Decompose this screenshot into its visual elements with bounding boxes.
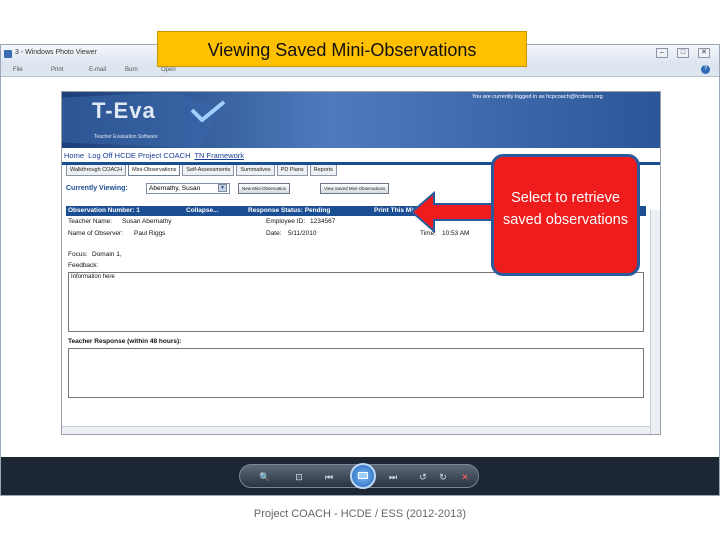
date-label: Date: [266,230,282,237]
slide: 3 - Windows Photo Viewer – □ ✕ File Prin… [0,0,720,540]
arrow-left-icon [410,191,495,233]
rotate-left-icon[interactable]: ↺ [416,470,430,484]
close-icon[interactable]: ✕ [698,48,710,58]
teacher-response-box[interactable] [68,348,644,398]
slide-title: Viewing Saved Mini-Observations [157,31,527,67]
menu-print[interactable]: Print [51,67,63,73]
tab-self-assessments[interactable]: Self-Assessments [182,165,235,176]
maximize-icon[interactable]: □ [677,48,689,58]
employee-id-label: Employee ID: [266,218,306,225]
focus-label: Focus: [68,251,88,258]
response-status: Response Status: Pending [248,207,331,214]
employee-id-value: 1234567 [310,218,336,225]
teval-banner: T-Eva Teacher Evaluation Software You ar… [62,92,660,148]
teval-logo: T-Eva [92,98,156,123]
viewer-controls: 🔍 ⊡ ⏮ ⏭ ↺ ↻ ✕ [1,457,719,495]
nav-logoff[interactable]: Log Off HCDE Project COACH [88,151,190,160]
chevron-down-icon[interactable]: ▼ [218,184,227,192]
menu-file[interactable]: File [13,67,23,73]
nav-tn-framework[interactable]: TN Framework [194,151,244,160]
next-icon[interactable]: ⏭ [386,470,400,484]
observer-name-label: Name of Observer: [68,230,123,237]
feedback-label: Feedback: [68,262,99,269]
observer-name-value: Paul Riggs [134,230,166,237]
focus-value: Domain 1, [92,251,122,258]
actual-size-icon[interactable]: ⊡ [292,470,306,484]
zoom-icon[interactable]: 🔍 [258,470,272,484]
tab-summatives[interactable]: Summatives [236,165,275,176]
checkmark-icon [190,100,226,122]
slideshow-icon[interactable] [350,463,376,489]
new-mini-observation-button[interactable]: New Mini-Observation [238,183,291,194]
controls-bar: 🔍 ⊡ ⏮ ⏭ ↺ ↻ ✕ [239,463,479,489]
logo-subtitle: Teacher Evaluation Software [94,134,158,140]
date-value: 5/11/2010 [288,230,317,237]
help-icon[interactable]: ? [701,65,710,74]
tab-walkthrough[interactable]: Walkthrough COACH [66,165,127,176]
tab-pd-plans[interactable]: PD Plans [276,165,308,176]
previous-icon[interactable]: ⏮ [322,470,336,484]
menu-email[interactable]: E-mail [89,67,106,73]
top-nav: Home Log Off HCDE Project COACH TN Frame… [64,151,246,160]
minimize-icon[interactable]: – [656,48,668,58]
vertical-scrollbar[interactable] [650,210,660,434]
observation-number: Observation Number: 1 [68,207,140,214]
teacher-name-label: Teacher Name: [68,218,113,225]
feedback-value: Information here [71,274,115,280]
viewer-title: 3 - Windows Photo Viewer [15,49,97,56]
slide-footer: Project COACH - HCDE / ESS (2012-2013) [253,508,467,520]
collapse-link[interactable]: Collapse... [186,207,219,214]
tab-reports[interactable]: Reports [309,165,337,176]
photo-viewer-app-icon [4,50,12,58]
rotate-right-icon[interactable]: ↻ [436,470,450,484]
teacher-response-label: Teacher Response (within 48 hours): [68,338,182,345]
view-saved-mini-observations-button[interactable]: View Saved Mini-Observations [320,183,390,194]
teacher-name-value: Susan Abernathy [122,218,172,225]
login-notice: You are currently logged in as hcpcoach@… [472,94,603,100]
tab-mini-observations[interactable]: Mini-Observations [128,165,181,176]
currently-viewing-label: Currently Viewing: [66,185,128,192]
menu-burn[interactable]: Burn [125,67,138,73]
callout-box: Select to retrieve saved observations [491,154,640,276]
menu-open[interactable]: Open [161,67,176,73]
horizontal-scrollbar[interactable] [62,426,650,434]
feedback-box[interactable]: Information here [68,272,644,332]
delete-icon[interactable]: ✕ [458,470,472,484]
tab-bar: Walkthrough COACH Mini-Observations Self… [66,165,339,177]
nav-home[interactable]: Home [64,151,84,160]
